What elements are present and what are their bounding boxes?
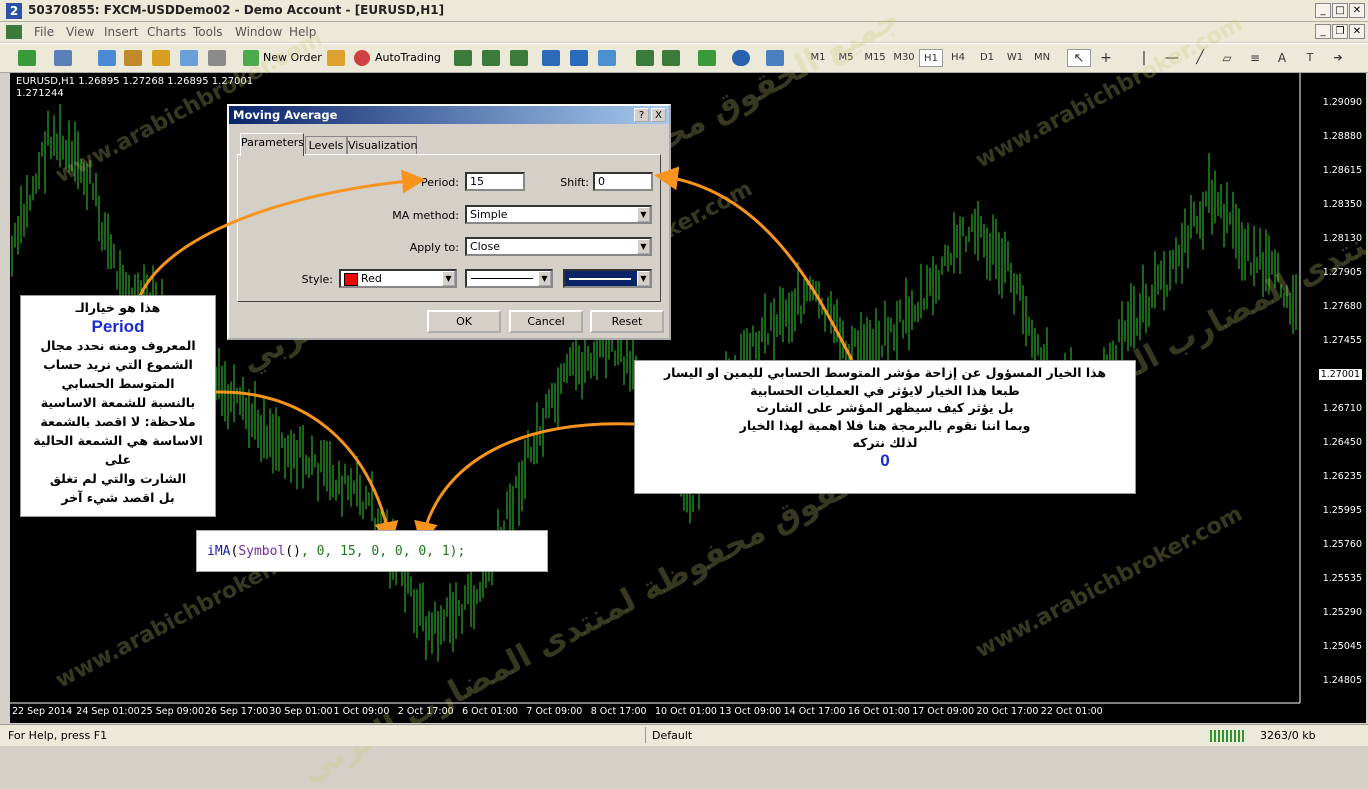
note-line: المتوسط الحسابي [61, 376, 175, 391]
note-line: هذا الخيار المسؤول عن إزاحة مؤشر المتوسط… [663, 365, 1107, 380]
note-line: بالنسبة للشمعة الاساسية [40, 395, 196, 410]
note-line: وبما اننا نقوم بالبرمجة هنا فلا اهمية له… [739, 417, 1031, 433]
status-profile: Default [652, 729, 693, 742]
status-bar: For Help, press F1 Default 3263/0 kb [0, 724, 1368, 746]
connection-status-icon [1210, 730, 1246, 742]
arrow-to-shift [654, 166, 854, 361]
note-line: الشارت والتي لم تغلق [49, 471, 187, 486]
tab-parameters[interactable]: Parameters [240, 133, 304, 156]
code-args: , 0, [300, 544, 341, 559]
code-rest: , 0, 0, 1); [379, 544, 466, 559]
status-traffic: 3263/0 kb [1260, 729, 1316, 742]
code-snippet: iMA(Symbol(), 0, 15, 0, 0, 0, 1); [196, 530, 548, 572]
note-line: الاساسة هي الشمعة الحالية على [33, 433, 203, 467]
code-sep: , [355, 544, 372, 559]
note-keyword: 0 [880, 450, 890, 470]
code-symbol: Symbol [238, 544, 286, 559]
note-line: بل يؤثر كيف سيظهر المؤشر على الشارت [756, 400, 1014, 415]
note-line: المعروف ومنه نحدد مجال [40, 338, 196, 353]
note-line: ملاحظة: لا اقصد بالشمعة [40, 414, 196, 429]
note-line: لذلك نتركه [852, 435, 918, 450]
arrow-to-code-shift [414, 422, 635, 546]
note-line: طبعا هذا الخيار لايؤثر في العمليات الحسا… [750, 382, 1020, 398]
code-period: 15 [340, 544, 356, 559]
note-keyword: Period [91, 317, 145, 336]
note-line: الشموع التي نريد حساب [43, 357, 193, 372]
status-help: For Help, press F1 [8, 729, 108, 742]
arrow-to-period [138, 169, 426, 297]
code-function: iMA [207, 544, 231, 559]
shift-explanation-note: هذا الخيار المسؤول عن إزاحة مؤشر المتوسط… [634, 360, 1136, 494]
note-line: هذا هو خيارالـ [75, 300, 161, 315]
period-explanation-note: هذا هو خيارالـ Period المعروف ومنه نحدد … [20, 295, 216, 517]
status-divider [645, 727, 646, 743]
note-line: بل اقصد شيء آخر [61, 490, 175, 505]
arrow-to-code-period [215, 390, 399, 546]
code-paren: () [285, 544, 301, 559]
